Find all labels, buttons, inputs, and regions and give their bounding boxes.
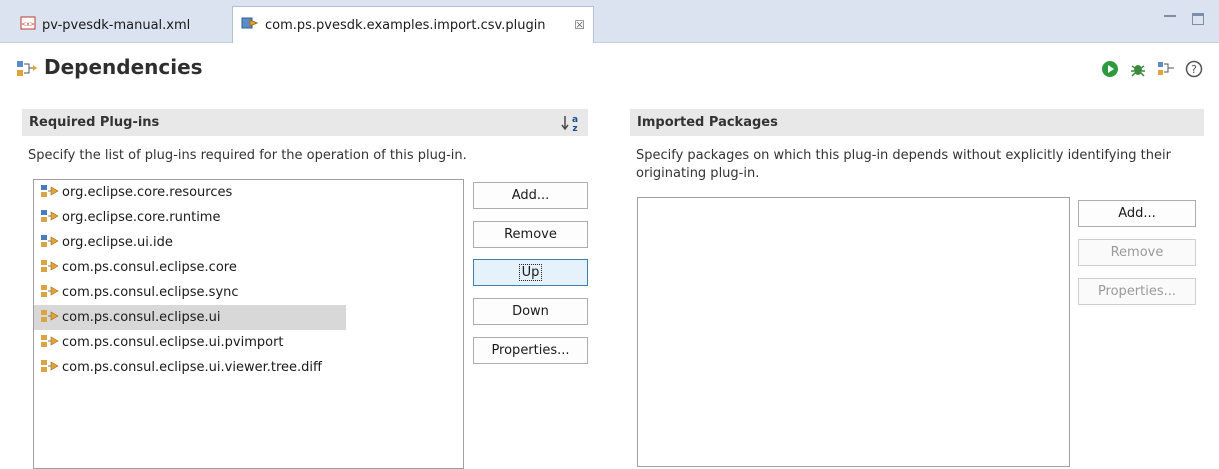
list-item-label: org.eclipse.ui.ide xyxy=(62,235,173,250)
required-plugins-description: Specify the list of plug-ins required fo… xyxy=(28,148,467,163)
list-item[interactable]: com.ps.consul.eclipse.sync xyxy=(34,280,463,305)
move-down-button[interactable]: Down xyxy=(473,298,588,325)
imported-packages-list[interactable] xyxy=(637,197,1070,467)
imported-package-properties-button[interactable]: Properties... xyxy=(1078,278,1196,305)
add-imported-package-button[interactable]: Add... xyxy=(1078,200,1196,227)
svg-text:?: ? xyxy=(1191,63,1197,76)
page-title: Dependencies xyxy=(44,55,203,79)
tab-pv-pvesdk-manual[interactable]: <x> pv-pvesdk-manual.xml xyxy=(12,7,212,43)
required-plugins-list[interactable]: org.eclipse.core.resources org.eclipse.co… xyxy=(33,179,464,469)
imported-packages-header: Imported Packages xyxy=(630,109,1204,136)
dependencies-icon xyxy=(16,60,38,78)
manage-dependencies-icon[interactable] xyxy=(1157,60,1175,78)
header-toolbar: ? xyxy=(1101,60,1203,78)
plugin-dependency-icon xyxy=(40,358,60,378)
required-plugin-properties-button[interactable]: Properties... xyxy=(473,337,588,364)
maximize-icon[interactable] xyxy=(1191,12,1205,26)
plugin-dependency-icon xyxy=(40,283,60,303)
list-item[interactable]: org.eclipse.ui.ide xyxy=(34,230,463,255)
list-item-label: com.ps.consul.eclipse.ui.viewer.tree.dif… xyxy=(62,360,322,375)
svg-text:<x>: <x> xyxy=(21,21,35,28)
tab-label: pv-pvesdk-manual.xml xyxy=(42,17,191,33)
list-item[interactable]: com.ps.consul.eclipse.core xyxy=(34,255,463,280)
tab-label: com.ps.pvesdk.examples.import.csv.plugin xyxy=(265,17,546,33)
list-item-label: org.eclipse.core.runtime xyxy=(62,210,221,225)
list-item-label: org.eclipse.core.resources xyxy=(62,185,233,200)
list-item[interactable]: org.eclipse.core.runtime xyxy=(34,205,463,230)
tab-plugin-manifest[interactable]: com.ps.pvesdk.examples.import.csv.plugin… xyxy=(232,6,594,43)
plugin-dependency-icon xyxy=(40,208,60,228)
plugin-dependency-icon xyxy=(40,258,60,278)
sort-alphabetically-icon[interactable]: a z xyxy=(560,112,582,134)
section-title: Imported Packages xyxy=(637,115,778,130)
list-item-label: com.ps.consul.eclipse.ui.pvimport xyxy=(62,335,284,350)
list-item[interactable]: com.ps.consul.eclipse.ui.viewer.tree.dif… xyxy=(34,355,463,380)
remove-required-plugin-button[interactable]: Remove xyxy=(473,221,588,248)
list-item[interactable]: com.ps.consul.eclipse.ui.pvimport xyxy=(34,330,463,355)
list-item[interactable]: org.eclipse.core.resources xyxy=(34,180,463,205)
minimize-icon[interactable] xyxy=(1163,12,1177,26)
debug-icon[interactable] xyxy=(1129,60,1147,78)
remove-imported-package-button[interactable]: Remove xyxy=(1078,239,1196,266)
plugin-dependency-icon xyxy=(40,308,60,328)
move-up-button[interactable]: Up xyxy=(473,259,588,286)
required-plugins-header: Required Plug-ins xyxy=(22,109,588,136)
add-required-plugin-button[interactable]: Add... xyxy=(473,182,588,209)
plugin-dependency-icon xyxy=(40,333,60,353)
window-controls xyxy=(1163,12,1205,26)
list-item-label: com.ps.consul.eclipse.sync xyxy=(62,285,239,300)
svg-text:z: z xyxy=(572,124,577,134)
run-icon[interactable] xyxy=(1101,60,1119,78)
plugin-icon xyxy=(241,15,259,35)
editor-tab-bar: <x> pv-pvesdk-manual.xml com.ps.pvesdk.e… xyxy=(0,0,1219,43)
section-title: Required Plug-ins xyxy=(29,115,160,130)
plugin-dependency-icon xyxy=(40,233,60,253)
help-icon[interactable]: ? xyxy=(1185,60,1203,78)
close-icon[interactable]: ☒ xyxy=(574,18,585,32)
list-item-label: com.ps.consul.eclipse.core xyxy=(62,260,237,275)
imported-packages-description: Specify packages on which this plug-in d… xyxy=(636,148,1171,181)
plugin-dependency-icon xyxy=(40,183,60,203)
xml-file-icon: <x> xyxy=(20,15,36,35)
list-item[interactable]: com.ps.consul.eclipse.ui xyxy=(34,305,346,330)
list-item-label: com.ps.consul.eclipse.ui xyxy=(62,310,221,325)
